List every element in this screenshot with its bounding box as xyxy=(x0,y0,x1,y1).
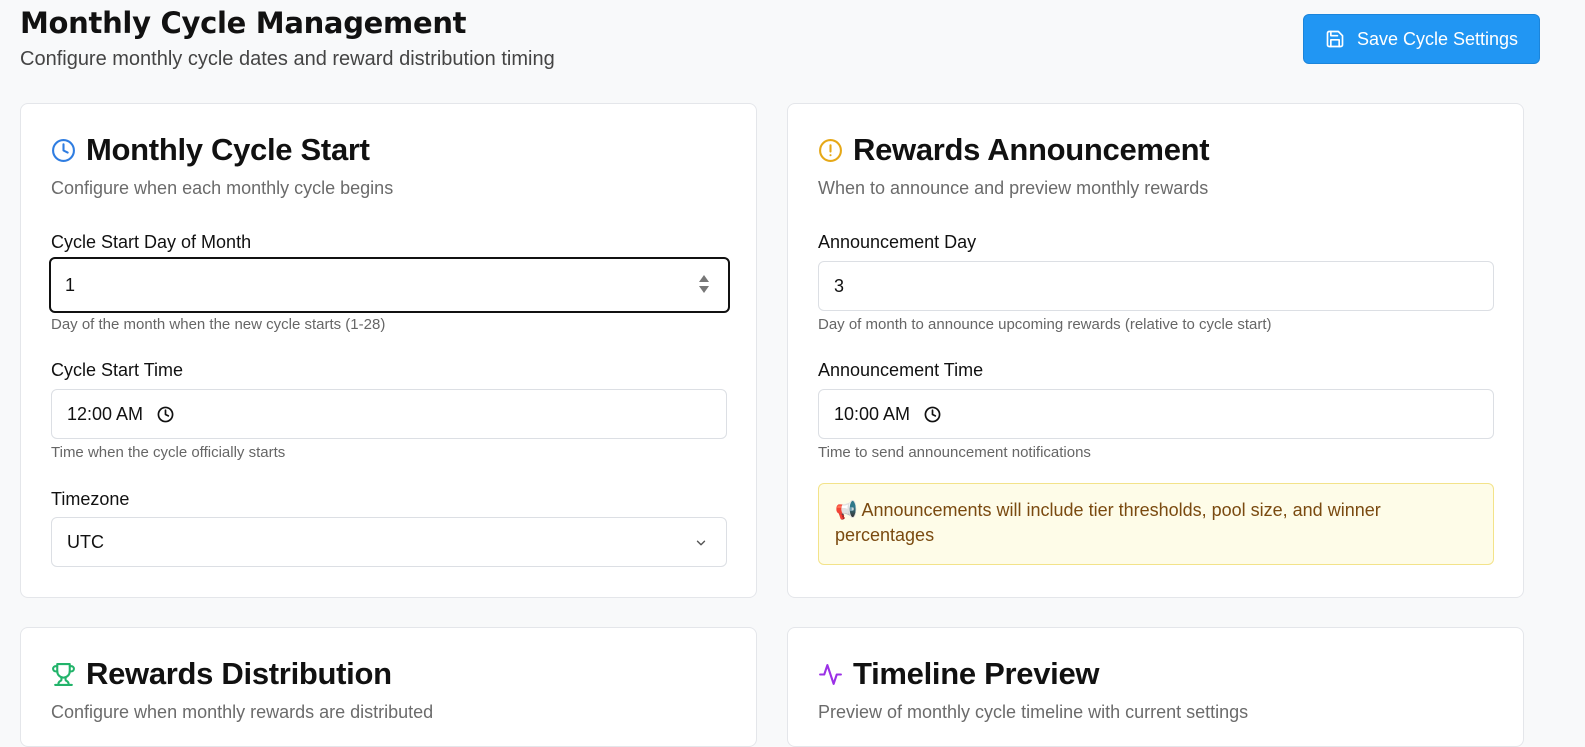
distribution-card: Rewards Distribution Configure when mont… xyxy=(20,627,757,747)
clock-picker-icon[interactable] xyxy=(157,406,174,423)
announcement-info-note: 📢 Announcements will include tier thresh… xyxy=(818,483,1494,565)
cycle-start-day-value: 1 xyxy=(65,274,76,295)
announcement-day-input[interactable]: 3 xyxy=(818,261,1494,311)
announcement-time-label: Announcement Time xyxy=(818,360,984,380)
page-subtitle: Configure monthly cycle dates and reward… xyxy=(20,48,555,70)
announcement-day-help: Day of month to announce upcoming reward… xyxy=(818,316,1272,333)
announcement-subtitle: When to announce and preview monthly rew… xyxy=(818,178,1209,198)
clock-picker-icon[interactable] xyxy=(924,406,941,423)
save-button-label: Save Cycle Settings xyxy=(1356,28,1519,49)
announcement-title: Rewards Announcement xyxy=(853,132,1210,167)
announcement-day-value: 3 xyxy=(834,275,845,296)
cycle-start-day-label: Cycle Start Day of Month xyxy=(51,232,252,252)
announcement-time-help: Time to send announcement notifications xyxy=(818,444,1091,461)
cycle-start-time-help: Time when the cycle officially starts xyxy=(51,444,286,461)
page-title: Monthly Cycle Management xyxy=(20,6,467,40)
save-cycle-settings-button[interactable]: Save Cycle Settings xyxy=(1303,14,1540,64)
alert-circle-icon xyxy=(819,138,842,162)
cycle-start-time-value: 12:00 AM xyxy=(67,403,144,424)
distribution-title: Rewards Distribution xyxy=(86,656,392,691)
timezone-label: Timezone xyxy=(51,489,130,509)
announcement-card: Rewards Announcement When to announce an… xyxy=(787,103,1524,598)
trophy-icon xyxy=(52,662,75,686)
activity-icon xyxy=(819,663,842,685)
cycle-start-day-help: Day of the month when the new cycle star… xyxy=(51,316,386,333)
timeline-title: Timeline Preview xyxy=(853,656,1100,691)
megaphone-icon: 📢 xyxy=(835,500,858,520)
cycle-start-card: Monthly Cycle Start Configure when each … xyxy=(20,103,757,598)
page-header: Monthly Cycle Management Configure month… xyxy=(20,6,555,71)
cycle-start-subtitle: Configure when each monthly cycle begins xyxy=(51,178,394,198)
timezone-value: UTC xyxy=(67,531,104,552)
timezone-select[interactable]: UTC xyxy=(51,517,727,567)
announcement-note-text: Announcements will include tier threshol… xyxy=(835,500,1381,545)
timeline-card: Timeline Preview Preview of monthly cycl… xyxy=(787,627,1524,747)
cycle-start-day-input[interactable]: 1 xyxy=(49,257,730,313)
announcement-day-label: Announcement Day xyxy=(818,232,977,252)
announcement-time-input[interactable]: 10:00 AM xyxy=(818,389,1494,439)
chevron-down-icon xyxy=(696,540,706,546)
clock-icon xyxy=(52,138,75,162)
cycle-start-title: Monthly Cycle Start xyxy=(86,132,370,167)
cycle-start-time-label: Cycle Start Time xyxy=(51,360,184,380)
cycle-start-time-input[interactable]: 12:00 AM xyxy=(51,389,727,439)
number-spinner-icon[interactable] xyxy=(698,274,710,294)
announcement-time-value: 10:00 AM xyxy=(834,403,911,424)
save-icon xyxy=(1326,30,1344,48)
